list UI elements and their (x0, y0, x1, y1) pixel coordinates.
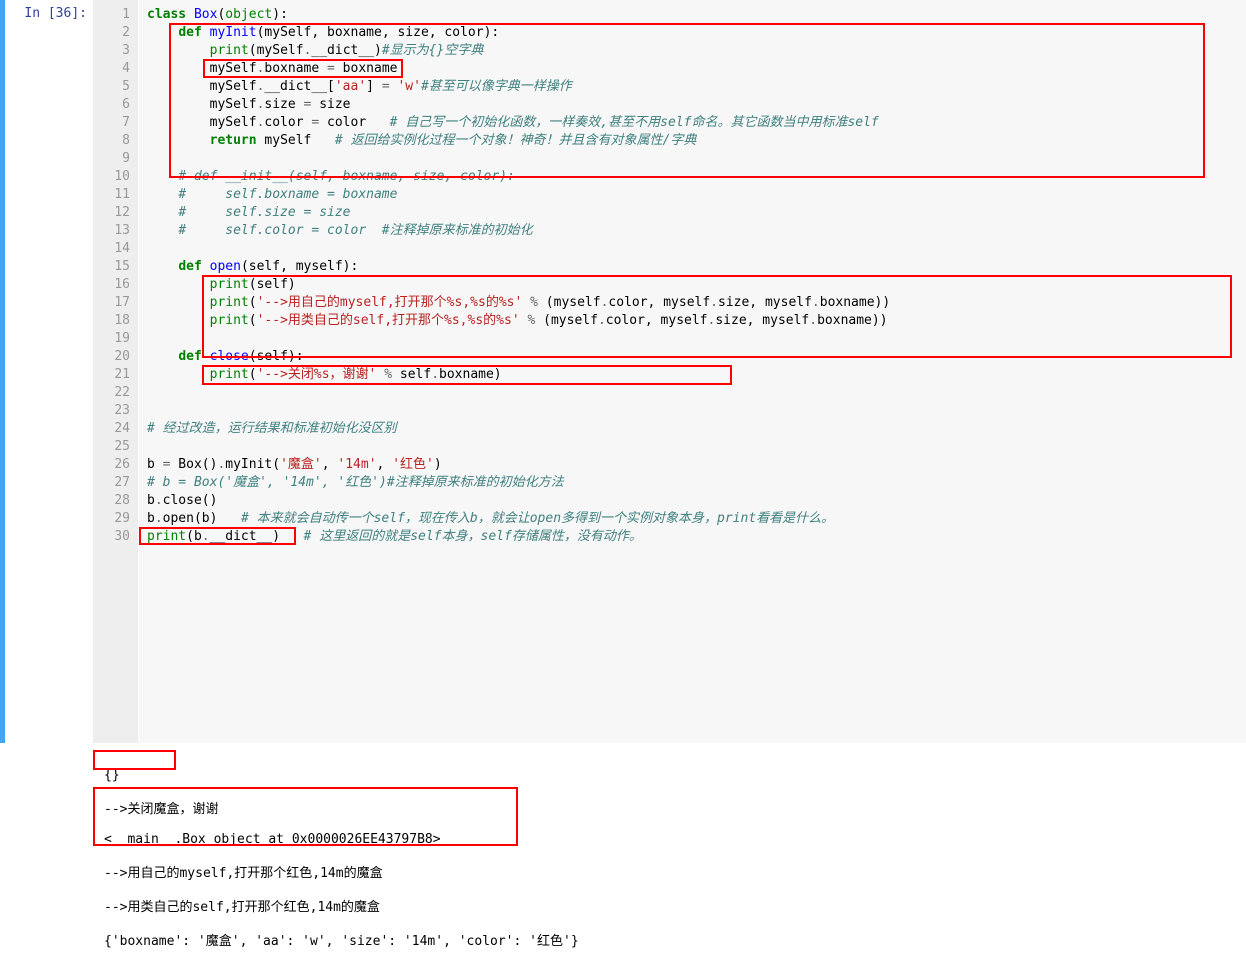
line-number: 20 (93, 348, 130, 366)
code-line[interactable]: mySelf.color = color # 自己写一个初始化函数，一样奏效,甚… (147, 114, 1242, 132)
code-line[interactable]: b.close() (147, 492, 1242, 510)
line-number: 17 (93, 294, 130, 312)
line-number: 30 (93, 528, 130, 546)
code-line[interactable]: def myInit(mySelf, boxname, size, color)… (147, 24, 1242, 42)
code-line[interactable]: mySelf.__dict__['aa'] = 'w'#甚至可以像字典一样操作 (147, 78, 1242, 96)
code-line[interactable]: mySelf.boxname = boxname (147, 60, 1242, 78)
code-line[interactable]: print(b.__dict__) # 这里返回的就是self本身，self存储… (147, 528, 1242, 546)
line-number: 8 (93, 132, 130, 150)
output-line: <__main__.Box object at 0x0000026EE43797… (104, 832, 441, 847)
code-line[interactable]: print('-->关闭%s，谢谢' % self.boxname) (147, 366, 1242, 384)
line-number: 4 (93, 60, 130, 78)
code-line[interactable]: print('-->用自己的myself,打开那个%s,%s的%s' % (my… (147, 294, 1242, 312)
output-line: {'boxname': '魔盒', 'aa': 'w', 'size': '14… (104, 934, 579, 949)
line-number: 23 (93, 402, 130, 420)
code-line[interactable]: class Box(object): (147, 6, 1242, 24)
code-line[interactable]: b = Box().myInit('魔盒', '14m', '红色') (147, 456, 1242, 474)
code-line[interactable]: # self.boxname = boxname (147, 186, 1242, 204)
output-area: {} -->关闭魔盒，谢谢 <__main__.Box object at 0x… (88, 743, 1246, 969)
line-number: 18 (93, 312, 130, 330)
code-line[interactable] (147, 384, 1242, 402)
line-number: 27 (93, 474, 130, 492)
line-number: 10 (93, 168, 130, 186)
line-number: 3 (93, 42, 130, 60)
code-line[interactable]: print('-->用类自己的self,打开那个%s,%s的%s' % (mys… (147, 312, 1242, 330)
line-number: 12 (93, 204, 130, 222)
code-line[interactable]: b.open(b) # 本来就会自动传一个self，现在传入b，就会让open多… (147, 510, 1242, 528)
line-number: 9 (93, 150, 130, 168)
line-number: 25 (93, 438, 130, 456)
line-number: 28 (93, 492, 130, 510)
code-line[interactable] (147, 240, 1242, 258)
code-line[interactable]: # self.color = color #注释掉原来标准的初始化 (147, 222, 1242, 240)
line-number: 5 (93, 78, 130, 96)
prompt-label: In [36]: (24, 6, 87, 21)
input-prompt: In [36]: (5, 0, 93, 743)
code-line[interactable]: # self.size = size (147, 204, 1242, 222)
code-line[interactable]: return mySelf # 返回给实例化过程一个对象！神奇！并且含有对象属性… (147, 132, 1242, 150)
line-number: 13 (93, 222, 130, 240)
code-line[interactable] (147, 150, 1242, 168)
code-line[interactable]: # b = Box('魔盒', '14m', '红色')#注释掉原来标准的初始化… (147, 474, 1242, 492)
line-number: 26 (93, 456, 130, 474)
output-line: -->关闭魔盒，谢谢 (104, 802, 218, 817)
code-line[interactable] (147, 402, 1242, 420)
code-line[interactable] (147, 438, 1242, 456)
line-number: 6 (93, 96, 130, 114)
line-number-gutter: 1234567891011121314151617181920212223242… (93, 0, 139, 743)
line-number: 16 (93, 276, 130, 294)
code-line[interactable]: mySelf.size = size (147, 96, 1242, 114)
code-line[interactable]: print(mySelf.__dict__)#显示为{}空字典 (147, 42, 1242, 60)
line-number: 19 (93, 330, 130, 348)
output-line: -->用自己的myself,打开那个红色,14m的魔盒 (104, 866, 383, 881)
line-number: 14 (93, 240, 130, 258)
notebook-cell: In [36]: 1234567891011121314151617181920… (0, 0, 1246, 743)
line-number: 21 (93, 366, 130, 384)
line-number: 2 (93, 24, 130, 42)
output-line: {} (104, 768, 120, 783)
annotation-box (93, 750, 176, 770)
code-line[interactable]: def close(self): (147, 348, 1242, 366)
code-line[interactable] (147, 330, 1242, 348)
code-line[interactable]: def open(self, myself): (147, 258, 1242, 276)
code-editor[interactable]: class Box(object): def myInit(mySelf, bo… (139, 0, 1246, 743)
line-number: 1 (93, 6, 130, 24)
line-number: 29 (93, 510, 130, 528)
line-number: 11 (93, 186, 130, 204)
code-line[interactable]: # 经过改造，运行结果和标准初始化没区别 (147, 420, 1242, 438)
code-line[interactable]: print(self) (147, 276, 1242, 294)
line-number: 7 (93, 114, 130, 132)
code-line[interactable]: # def __init__(self, boxname, size, colo… (147, 168, 1242, 186)
line-number: 15 (93, 258, 130, 276)
output-line: -->用类自己的self,打开那个红色,14m的魔盒 (104, 900, 380, 915)
line-number: 22 (93, 384, 130, 402)
line-number: 24 (93, 420, 130, 438)
